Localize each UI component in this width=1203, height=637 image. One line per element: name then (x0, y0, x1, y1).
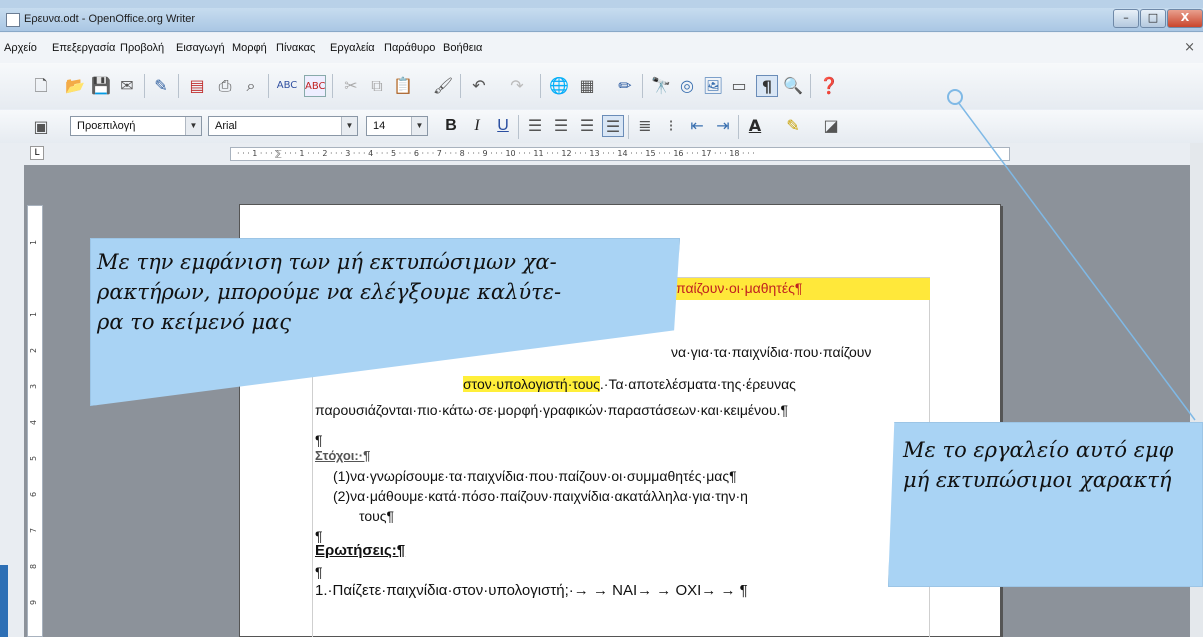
callout-left-line-3: ρα το κείμενό μας (97, 310, 292, 334)
callout-right: Με το εργαλείο αυτό εμφ μή εκτυπώσιμοι χ… (888, 422, 1203, 587)
callout-left-line-1: Με την εμφάνιση των μή εκτυπώσιμων χα- (97, 250, 557, 274)
writer-window: Ερευνα.odt - OpenOffice.org Writer – □ X… (0, 0, 1203, 637)
callout-right-line-2: μή εκτυπώσιμοι χαρακτή (903, 468, 1172, 492)
callout-left-line-2: ρακτήρων, μπορούμε να ελέγξουμε καλύτε- (97, 280, 562, 304)
callout-right-line-1: Με το εργαλείο αυτό εμφ (903, 438, 1174, 462)
